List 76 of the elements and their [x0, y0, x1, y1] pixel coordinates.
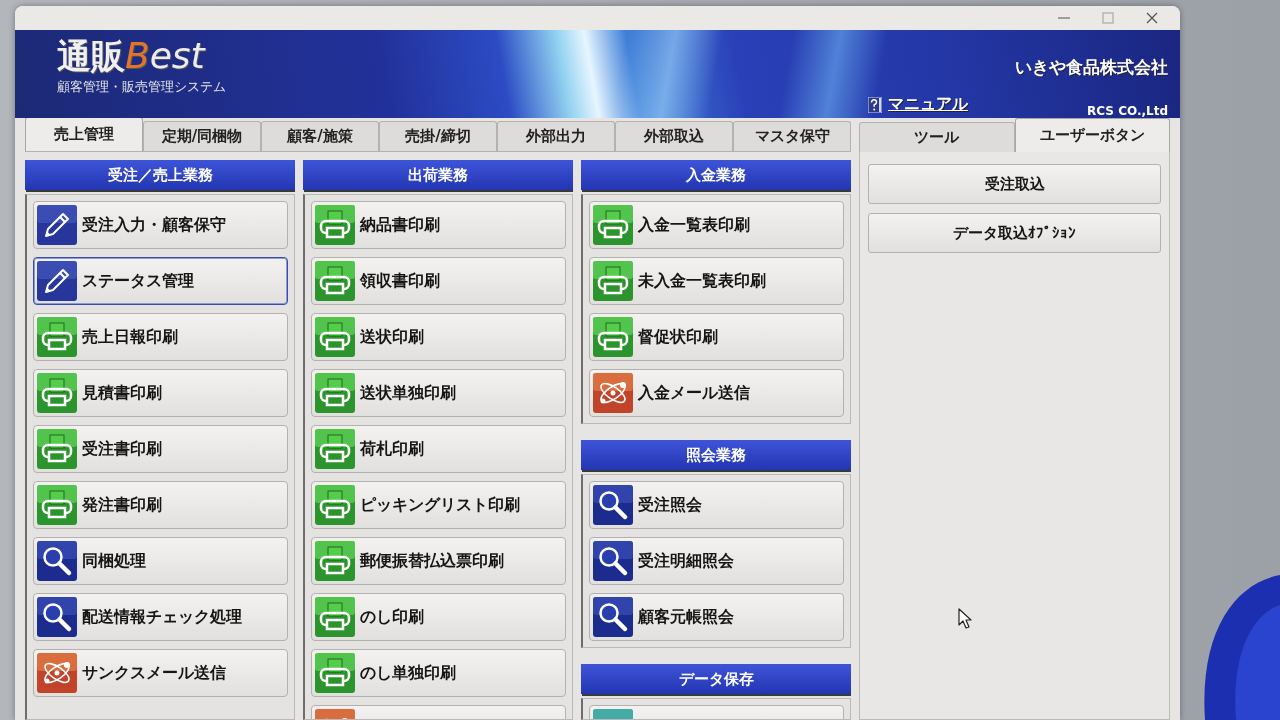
maximize-icon[interactable] [1102, 12, 1114, 24]
search-icon [593, 597, 633, 637]
tab[interactable]: 外部出力 [497, 121, 615, 151]
tab[interactable]: 売上管理 [25, 118, 143, 151]
menu-button[interactable]: 発注書印刷 [33, 481, 288, 529]
pencil-icon [37, 205, 77, 245]
section-header: 入金業務 [581, 160, 851, 190]
section-header: データ保存 [581, 664, 851, 694]
menu-button[interactable]: 売上日報印刷 [33, 313, 288, 361]
menu-button[interactable]: のし印刷 [311, 593, 566, 641]
menu-button[interactable]: 配送情報チェック処理 [33, 593, 288, 641]
tab[interactable]: 売掛/締切 [379, 121, 497, 151]
menu-button[interactable]: ピッキングリスト印刷 [311, 481, 566, 529]
atom-icon [37, 653, 77, 693]
vendor-name: RCS CO.,Ltd [1087, 103, 1168, 118]
menu-button[interactable]: データ取込ｵﾌﾟｼｮﾝ [868, 213, 1161, 253]
menu-button[interactable]: 荷札印刷 [311, 425, 566, 473]
menu-button[interactable]: 同梱処理 [33, 537, 288, 585]
menu-button[interactable]: 郵便振替払込票印刷 [311, 537, 566, 585]
menu-button[interactable]: 納品書印刷 [311, 201, 566, 249]
printer-icon [315, 597, 355, 637]
menu-button[interactable]: 見積書印刷 [33, 369, 288, 417]
printer-icon [37, 317, 77, 357]
menu-button[interactable]: 受注照会 [589, 481, 844, 529]
pencil-icon [37, 261, 77, 301]
search-icon [37, 541, 77, 581]
menu-button[interactable]: ステータス管理 [33, 257, 288, 305]
printer-icon [593, 261, 633, 301]
printer-icon [315, 429, 355, 469]
menu-button[interactable]: 督促状印刷 [589, 313, 844, 361]
help-icon[interactable] [868, 96, 882, 113]
printer-icon [315, 373, 355, 413]
close-icon[interactable] [1146, 12, 1158, 24]
tab[interactable]: ツール [859, 122, 1015, 152]
printer-icon [37, 485, 77, 525]
menu-button[interactable]: 受注明細照会 [589, 537, 844, 585]
tab[interactable]: マスタ保守 [733, 121, 851, 151]
printer-icon [315, 485, 355, 525]
menu-button[interactable]: 受注入力・顧客保守 [33, 201, 288, 249]
printer-icon [315, 261, 355, 301]
search-icon [593, 485, 633, 525]
logo-accent-text: Best [125, 38, 205, 74]
printer-icon [315, 205, 355, 245]
section-header: 出荷業務 [303, 160, 573, 190]
menu-button[interactable]: サンクスメール送信 [33, 649, 288, 697]
menu-button[interactable]: 入金一覧表印刷 [589, 201, 844, 249]
mouse-pointer-icon [958, 608, 972, 629]
app-subtitle: 顧客管理・販売管理システム [57, 78, 226, 96]
menu-button[interactable]: 送状印刷 [311, 313, 566, 361]
search-icon [37, 597, 77, 637]
menu-button[interactable]: のし単独印刷 [311, 649, 566, 697]
printer-icon [315, 541, 355, 581]
tab[interactable]: 外部取込 [615, 121, 733, 151]
printer-icon [315, 317, 355, 357]
atom-icon [593, 373, 633, 413]
search-icon [593, 541, 633, 581]
company-name: いきや食品株式会社 [1015, 56, 1168, 79]
logo-title-text: 通販 [57, 39, 125, 73]
menu-button[interactable]: 受注書印刷 [33, 425, 288, 473]
section-header: 受注／売上業務 [25, 160, 295, 190]
printer-icon [593, 317, 633, 357]
menu-button[interactable]: 顧客元帳照会 [589, 593, 844, 641]
menu-button[interactable]: 受注取込 [868, 164, 1161, 204]
printer-icon [37, 373, 77, 413]
menu-button[interactable]: 入金メール送信 [589, 369, 844, 417]
section-header: 照会業務 [581, 440, 851, 470]
tab[interactable]: 定期/同梱物 [143, 121, 261, 151]
manual-link[interactable]: マニュアル [888, 94, 968, 116]
tab[interactable]: ユーザーボタン [1014, 118, 1170, 152]
tab[interactable]: 顧客/施策 [261, 121, 379, 151]
menu-button[interactable]: 未入金一覧表印刷 [589, 257, 844, 305]
printer-icon [315, 653, 355, 693]
printer-icon [593, 205, 633, 245]
printer-icon [37, 429, 77, 469]
menu-button[interactable]: 領収書印刷 [311, 257, 566, 305]
menu-button[interactable]: 送状単独印刷 [311, 369, 566, 417]
